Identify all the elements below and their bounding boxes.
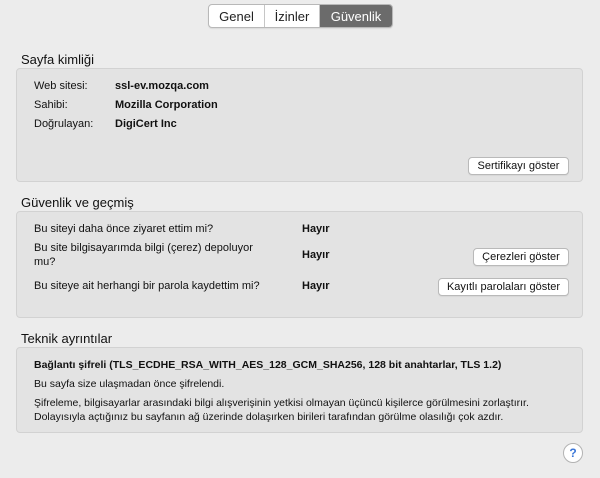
identity-box: Web sitesi: ssl-ev.mozqa.com Sahibi: Moz… [16,68,583,182]
help-button[interactable]: ? [563,443,583,463]
visited-question: Bu siteyi daha önce ziyaret ettim mi? [34,223,214,235]
owner-label: Sahibi: [34,99,68,111]
cookies-question-line2: mu? [34,256,56,268]
visited-answer: Hayır [302,223,330,235]
privacy-box: Bu siteyi daha önce ziyaret ettim mi? Ha… [16,211,583,318]
tab-bar: Genel İzinler Güvenlik [208,4,393,28]
tab-general[interactable]: Genel [209,5,265,27]
identity-section-title: Sayfa kimliği [21,52,94,67]
question-mark-icon: ? [569,446,577,460]
technical-box: Bağlantı şifreli (TLS_ECDHE_RSA_WITH_AES… [16,347,583,433]
encryption-explanation-line2: Dolayısıyla açtığınız bu sayfanın ağ üze… [34,411,504,423]
verifier-value: DigiCert Inc [115,118,177,130]
owner-value: Mozilla Corporation [115,99,218,111]
passwords-answer: Hayır [302,280,330,292]
website-value: ssl-ev.mozqa.com [115,80,209,92]
show-certificate-button[interactable]: Sertifikayı göster [468,157,569,175]
show-cookies-button[interactable]: Çerezleri göster [473,248,569,266]
technical-section-title: Teknik ayrıntılar [21,331,113,346]
website-label: Web sitesi: [34,80,88,92]
tab-permissions[interactable]: İzinler [265,5,320,27]
cookies-answer: Hayır [302,249,330,261]
verifier-label: Doğrulayan: [34,118,94,130]
show-saved-passwords-button[interactable]: Kayıtlı parolaları göster [438,278,569,296]
encryption-explanation-line1: Şifreleme, bilgisayarlar arasındaki bilg… [34,397,529,409]
tab-security[interactable]: Güvenlik [320,5,392,27]
cookies-question-line1: Bu site bilgisayarımda bilgi (çerez) dep… [34,242,253,254]
connection-encrypted-text: Bağlantı şifreli (TLS_ECDHE_RSA_WITH_AES… [34,359,502,371]
encrypted-before-arrival-text: Bu sayfa size ulaşmadan önce şifrelendi. [34,378,225,390]
passwords-question: Bu siteye ait herhangi bir parola kaydet… [34,280,260,292]
privacy-section-title: Güvenlik ve geçmiş [21,195,134,210]
